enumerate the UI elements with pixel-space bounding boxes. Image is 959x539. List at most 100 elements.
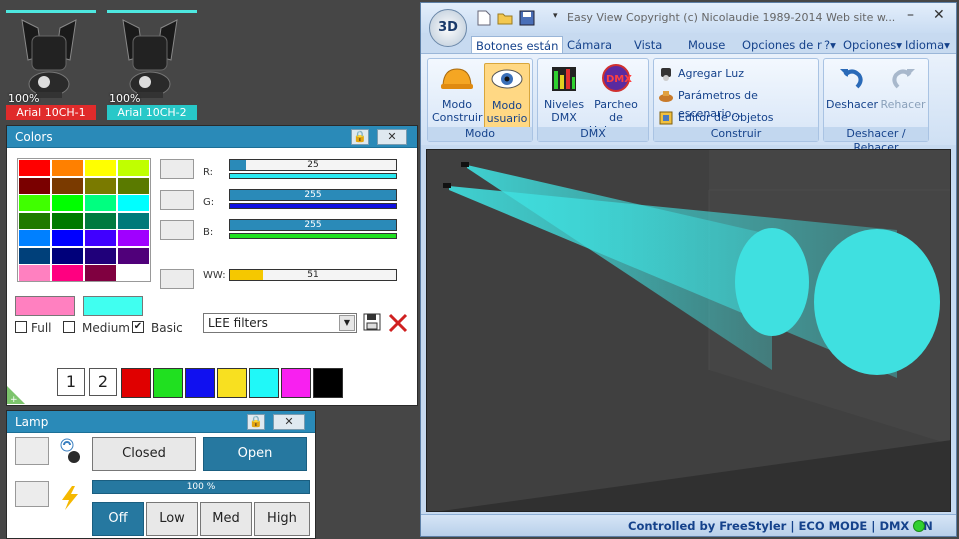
page-button-2[interactable]: 2 <box>89 368 117 396</box>
close-icon[interactable]: ✕ <box>377 129 407 145</box>
deshacer-button[interactable]: Deshacer <box>826 63 878 111</box>
modo-usuario-button[interactable]: Modo usuario <box>484 63 530 129</box>
editor-objetos-item[interactable]: Editor de Objetos simples <box>658 109 818 142</box>
green-slider[interactable]: 255 <box>229 189 397 209</box>
medium-checkbox[interactable] <box>63 321 75 333</box>
save-icon[interactable] <box>519 10 535 26</box>
colors-panel: Colors 🔒 ✕ R: G: B: WW: 25 255 255 51 Fu… <box>6 125 418 406</box>
ww-slider[interactable]: 51 <box>229 269 397 281</box>
close-icon[interactable]: ✕ <box>273 414 305 430</box>
tab-mouse[interactable]: Mouse <box>688 36 725 54</box>
green-channel-button[interactable] <box>160 190 194 210</box>
intensity-bar[interactable]: 100 % <box>92 480 310 494</box>
basic-checkbox[interactable]: ✔ <box>132 321 144 333</box>
quick-color-swatch[interactable] <box>249 368 279 398</box>
palette-color-swatch[interactable] <box>19 230 50 246</box>
palette-color-swatch[interactable] <box>52 195 83 211</box>
palette-color-swatch[interactable] <box>118 265 149 281</box>
palette-color-swatch[interactable] <box>85 230 116 246</box>
page-button-1[interactable]: 1 <box>57 368 85 396</box>
fixture-1[interactable]: 100% Arial 10CH-1 <box>6 10 98 120</box>
current-color-preview[interactable] <box>83 296 143 316</box>
palette-color-swatch[interactable] <box>52 177 83 194</box>
fixture-2[interactable]: 100% Arial 10CH-2 <box>107 10 199 120</box>
3d-viewport[interactable] <box>426 149 951 512</box>
mode-low-button[interactable]: Low <box>146 502 198 536</box>
palette-color-swatch[interactable] <box>19 160 50 176</box>
ww-channel-button[interactable] <box>160 269 194 289</box>
red-slider[interactable]: 25 <box>229 159 397 179</box>
palette-color-swatch[interactable] <box>118 212 149 229</box>
ribbon: Modo Construir Modo usuario Modo Niveles… <box>421 53 956 154</box>
fixture-1-model[interactable] <box>461 162 469 167</box>
filter-select[interactable]: LEE filters ▼ <box>203 313 357 333</box>
red-channel-button[interactable] <box>160 159 194 179</box>
palette-color-swatch[interactable] <box>19 195 50 211</box>
save-icon[interactable] <box>363 313 381 331</box>
palette-color-swatch[interactable] <box>118 195 149 211</box>
quick-color-swatch[interactable] <box>217 368 247 398</box>
add-icon[interactable]: + <box>7 386 25 404</box>
shutter-button[interactable] <box>15 437 49 465</box>
opciones-menu[interactable]: Opciones▾ <box>843 36 902 54</box>
close-icon[interactable]: ✕ <box>933 7 945 23</box>
fixture-2-model[interactable] <box>443 183 451 188</box>
tab-camara[interactable]: Cámara <box>567 36 612 54</box>
quick-color-swatch[interactable] <box>153 368 183 398</box>
palette-color-swatch[interactable] <box>85 247 116 264</box>
palette-color-swatch[interactable] <box>19 212 50 229</box>
open-folder-icon[interactable] <box>497 10 513 26</box>
palette-color-swatch[interactable] <box>85 160 116 176</box>
blue-channel-button[interactable] <box>160 220 194 240</box>
mode-off-button[interactable]: Off <box>92 502 144 536</box>
palette-color-swatch[interactable] <box>118 177 149 194</box>
help-menu[interactable]: ?▾ <box>824 36 836 54</box>
palette-color-swatch[interactable] <box>19 265 50 281</box>
palette-color-swatch[interactable] <box>19 177 50 194</box>
modo-construir-button[interactable]: Modo Construir <box>432 63 483 124</box>
minimize-icon[interactable]: – <box>907 7 914 23</box>
niveles-dmx-button[interactable]: Niveles DMX <box>542 63 586 124</box>
previous-color-preview[interactable] <box>15 296 75 316</box>
palette-color-swatch[interactable] <box>52 265 83 281</box>
delete-icon[interactable] <box>387 312 409 334</box>
tab-opciones-de[interactable]: Opciones de r <box>742 36 822 54</box>
palette-color-swatch[interactable] <box>52 212 83 229</box>
quick-color-swatch[interactable] <box>281 368 311 398</box>
full-checkbox[interactable] <box>15 321 27 333</box>
idioma-menu[interactable]: Idioma▾ <box>905 36 950 54</box>
palette-color-swatch[interactable] <box>85 212 116 229</box>
palette-color-swatch[interactable] <box>52 160 83 176</box>
new-file-icon[interactable] <box>477 10 491 26</box>
tab-vista[interactable]: Vista <box>634 36 662 54</box>
palette-color-swatch[interactable] <box>19 247 50 264</box>
palette-color-swatch[interactable] <box>52 230 83 246</box>
palette-color-swatch[interactable] <box>85 265 116 281</box>
quick-color-swatch[interactable] <box>121 368 151 398</box>
palette-color-swatch[interactable] <box>118 160 149 176</box>
lock-icon[interactable]: 🔒 <box>351 129 369 145</box>
tab-botones[interactable]: Botones están <box>471 36 564 54</box>
open-button[interactable]: Open <box>203 437 307 471</box>
parcheo-universos-button[interactable]: DMX Parcheo de Universos <box>586 63 646 137</box>
palette-color-swatch[interactable] <box>52 247 83 264</box>
closed-button[interactable]: Closed <box>92 437 196 471</box>
app-menu-button[interactable]: 3D <box>429 9 467 47</box>
palette-color-swatch[interactable] <box>118 230 149 246</box>
palette-color-swatch[interactable] <box>118 247 149 264</box>
quick-access-dropdown-icon[interactable]: ▾ <box>553 11 558 21</box>
mode-high-button[interactable]: High <box>254 502 310 536</box>
agregar-luz-item[interactable]: Agregar Luz <box>658 65 744 83</box>
quick-color-swatch[interactable] <box>313 368 343 398</box>
parametros-escenario-item[interactable]: Parámetros de escenario... <box>658 87 818 120</box>
palette-color-swatch[interactable] <box>85 177 116 194</box>
redo-icon <box>892 69 915 89</box>
red-value: 25 <box>307 160 319 170</box>
lock-icon[interactable]: 🔒 <box>247 414 265 430</box>
palette-color-swatch[interactable] <box>85 195 116 211</box>
intensity-button[interactable] <box>15 481 49 507</box>
mode-med-button[interactable]: Med <box>200 502 252 536</box>
blue-slider[interactable]: 255 <box>229 219 397 239</box>
rehacer-button[interactable]: Rehacer <box>878 63 928 111</box>
quick-color-swatch[interactable] <box>185 368 215 398</box>
